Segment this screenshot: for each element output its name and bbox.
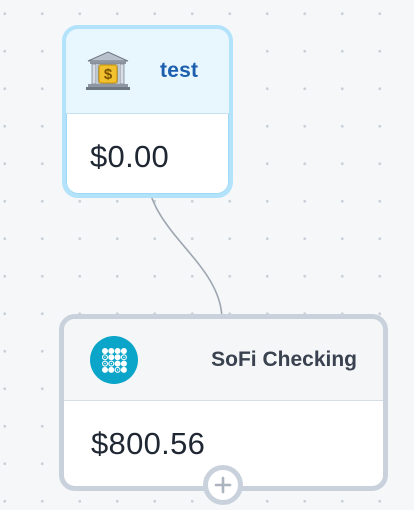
node-body: $0.00 — [66, 114, 229, 194]
account-node-test[interactable]: $ test $0.00 — [62, 25, 233, 198]
node-title: test — [160, 59, 199, 82]
node-header: SoFi Checking — [64, 319, 383, 401]
balance-amount: $800.56 — [91, 425, 206, 461]
bank-building-icon: $ — [86, 51, 130, 90]
node-title: SoFi Checking — [211, 347, 357, 371]
plus-icon — [214, 476, 232, 494]
balance-amount: $0.00 — [90, 138, 170, 174]
add-connection-button[interactable] — [203, 465, 243, 505]
flow-canvas[interactable]: $ test $0.00 SoFi Checking $800.56 — [0, 0, 414, 510]
sofi-logo-icon — [90, 335, 138, 384]
node-header: $ test — [66, 29, 229, 114]
svg-text:$: $ — [104, 66, 113, 83]
